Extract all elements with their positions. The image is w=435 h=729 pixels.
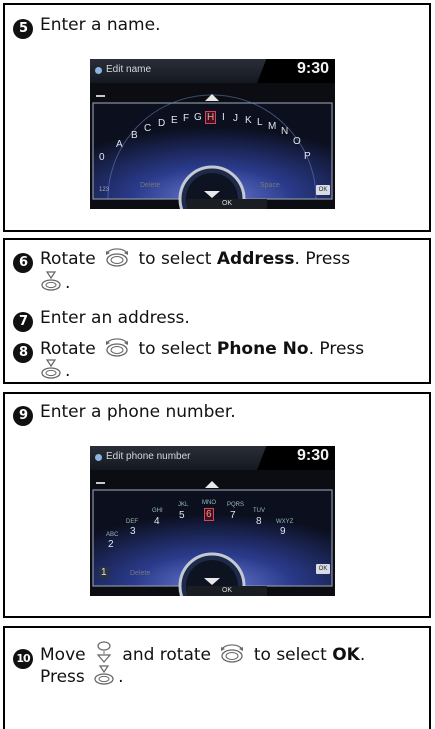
step-panel-phone: 9 Enter a phone number. Edit phone number…: [3, 392, 431, 618]
step-8-target: Phone No: [216, 339, 309, 359]
delete-faint-label: Delete: [130, 570, 151, 577]
key-4-letters: GHI: [152, 508, 163, 514]
key-6-selected[interactable]: 6: [204, 508, 214, 521]
step-10-target: OK: [332, 645, 360, 665]
step-8-mid: to select: [138, 339, 212, 359]
dial-press-icon: [93, 664, 115, 692]
step-9-text: Enter a phone number.: [40, 402, 236, 422]
ok-button-right[interactable]: OK: [316, 185, 330, 195]
ok-bar[interactable]: OK: [187, 586, 267, 596]
ok-button-right[interactable]: OK: [316, 564, 330, 574]
step-panel-address: 6 Rotate to select Address. Press . 7 Ente…: [3, 238, 431, 384]
key-L[interactable]: L: [257, 117, 263, 128]
key-M[interactable]: M: [268, 121, 276, 132]
step-10-prefix: Move: [40, 645, 86, 665]
key-E[interactable]: E: [171, 115, 178, 126]
edit-phone-screen: Edit phone number 9:30 1 ABC 2 DEF 3 GHI…: [90, 446, 335, 596]
step-10-press: Press: [40, 667, 85, 687]
step-10-end: .: [118, 667, 124, 687]
step-number-7: 7: [13, 312, 33, 332]
letter-wheel: [92, 94, 333, 209]
key-3-letters: DEF: [126, 519, 138, 525]
ok-bar[interactable]: OK: [187, 199, 267, 209]
step-6-line2: .: [40, 270, 70, 298]
step-8-line2: .: [40, 358, 70, 386]
key-J[interactable]: J: [233, 113, 238, 124]
step-8-end: .: [65, 361, 71, 381]
step-number-9: 9: [13, 406, 33, 426]
key-H-selected[interactable]: H: [205, 111, 217, 124]
step-number-10: 10: [13, 649, 33, 669]
key-C[interactable]: C: [144, 123, 151, 134]
delete-faint-label: Delete: [140, 182, 161, 189]
key-B[interactable]: B: [131, 130, 138, 141]
step-6-suffix: . Press: [294, 249, 351, 269]
step-10-dot: .: [359, 645, 366, 665]
space-faint-label: Space: [260, 182, 280, 189]
key-4[interactable]: 4: [154, 516, 160, 527]
dial-press-icon: [40, 358, 62, 386]
key-0[interactable]: 0: [99, 152, 105, 163]
dial-rotate-icon: [219, 644, 245, 670]
numbers-button[interactable]: 123: [99, 187, 109, 193]
step-7-text: Enter an address.: [40, 308, 190, 328]
key-A[interactable]: A: [116, 139, 123, 150]
step-8-prefix: Rotate: [40, 339, 96, 359]
dial-rotate-icon: [104, 248, 130, 274]
key-D[interactable]: D: [158, 118, 165, 129]
step-7: 7 Enter an address.: [13, 308, 190, 332]
key-8-letters: TUV: [253, 508, 265, 514]
step-6-target: Address: [216, 249, 295, 269]
step-9: 9 Enter a phone number.: [13, 402, 236, 426]
key-5[interactable]: 5: [179, 510, 185, 521]
key-7[interactable]: 7: [230, 510, 236, 521]
key-G[interactable]: G: [194, 112, 202, 123]
step-6-end: .: [65, 273, 71, 293]
key-1[interactable]: 1: [99, 567, 109, 578]
key-P[interactable]: P: [304, 151, 311, 162]
step-8-suffix: . Press: [308, 339, 365, 359]
step-6-prefix: Rotate: [40, 249, 96, 269]
edit-name-screen: Edit name 9:30 0 A B C D E F G H I J K L…: [90, 59, 335, 209]
step-number-6: 6: [13, 253, 33, 273]
step-panel-name: 5 Enter a name. Edit name 9:30 0 A B C D…: [3, 3, 431, 232]
step-10-mid2: to select: [253, 645, 327, 665]
dial-rotate-icon: [104, 338, 130, 364]
step-5-text: Enter a name.: [40, 15, 161, 35]
key-9-letters: WXYZ: [276, 519, 294, 525]
key-6-letters: MNO: [202, 500, 216, 506]
dial-press-icon: [40, 270, 62, 298]
key-F[interactable]: F: [183, 113, 189, 124]
key-5-letters: JKL: [178, 502, 189, 508]
key-8[interactable]: 8: [256, 516, 262, 527]
key-2[interactable]: 2: [108, 539, 114, 550]
step-panel-ok: 10 Move and rotate to select OK. Press .: [3, 626, 431, 729]
key-2-letters: ABC: [106, 532, 119, 538]
step-10-line2: Press .: [40, 664, 124, 692]
key-I[interactable]: I: [222, 112, 225, 123]
step-5: 5 Enter a name.: [13, 15, 160, 39]
key-K[interactable]: K: [245, 115, 252, 126]
key-9[interactable]: 9: [280, 526, 286, 537]
key-N[interactable]: N: [281, 126, 288, 137]
step-6-mid: to select: [138, 249, 212, 269]
key-O[interactable]: O: [293, 136, 301, 147]
key-3[interactable]: 3: [130, 526, 136, 537]
key-7-letters: PQRS: [227, 502, 245, 508]
step-10-mid1: and rotate: [122, 645, 212, 665]
step-number-5: 5: [13, 19, 33, 39]
step-number-8: 8: [13, 343, 33, 363]
